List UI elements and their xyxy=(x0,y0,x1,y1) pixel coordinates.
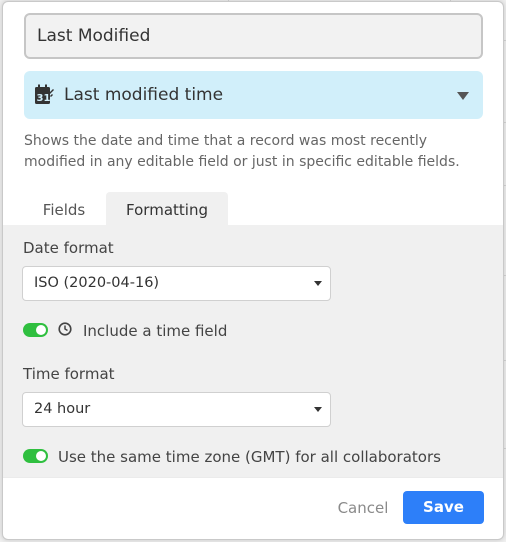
chevron-down-icon xyxy=(314,281,322,286)
svg-text:31: 31 xyxy=(37,93,51,104)
tab-fields[interactable]: Fields xyxy=(23,192,105,226)
field-type-description: Shows the date and time that a record wa… xyxy=(24,133,460,170)
save-button[interactable]: Save xyxy=(403,491,484,524)
date-format-select[interactable]: ISO (2020-04-16) xyxy=(22,266,331,301)
date-format-label: Date format xyxy=(23,239,114,257)
field-type-label: Last modified time xyxy=(64,85,224,105)
field-config-dialog: Last Modified 31 Last modified time Show… xyxy=(2,1,504,540)
time-format-select[interactable]: 24 hour xyxy=(22,392,331,427)
calendar-edit-icon: 31 xyxy=(35,84,54,104)
same-timezone-label: Use the same time zone (GMT) for all col… xyxy=(58,448,441,466)
time-format-label: Time format xyxy=(23,365,115,383)
config-tabs: Fields Formatting xyxy=(3,192,503,226)
time-format-value: 24 hour xyxy=(34,401,91,417)
chevron-down-icon xyxy=(314,407,322,412)
include-time-label: Include a time field xyxy=(83,322,228,340)
formatting-panel: Date format ISO (2020-04-16) Include a t… xyxy=(3,225,503,477)
chevron-down-icon xyxy=(457,92,469,100)
include-time-toggle[interactable] xyxy=(23,323,48,337)
footer-divider xyxy=(3,477,503,478)
field-name-input[interactable]: Last Modified xyxy=(24,13,483,59)
date-format-value: ISO (2020-04-16) xyxy=(34,275,160,291)
same-timezone-toggle[interactable] xyxy=(23,449,48,463)
tab-formatting[interactable]: Formatting xyxy=(106,192,228,226)
field-type-select[interactable]: 31 Last modified time xyxy=(24,71,483,119)
cancel-button[interactable]: Cancel xyxy=(323,492,403,524)
clock-icon xyxy=(58,322,72,336)
